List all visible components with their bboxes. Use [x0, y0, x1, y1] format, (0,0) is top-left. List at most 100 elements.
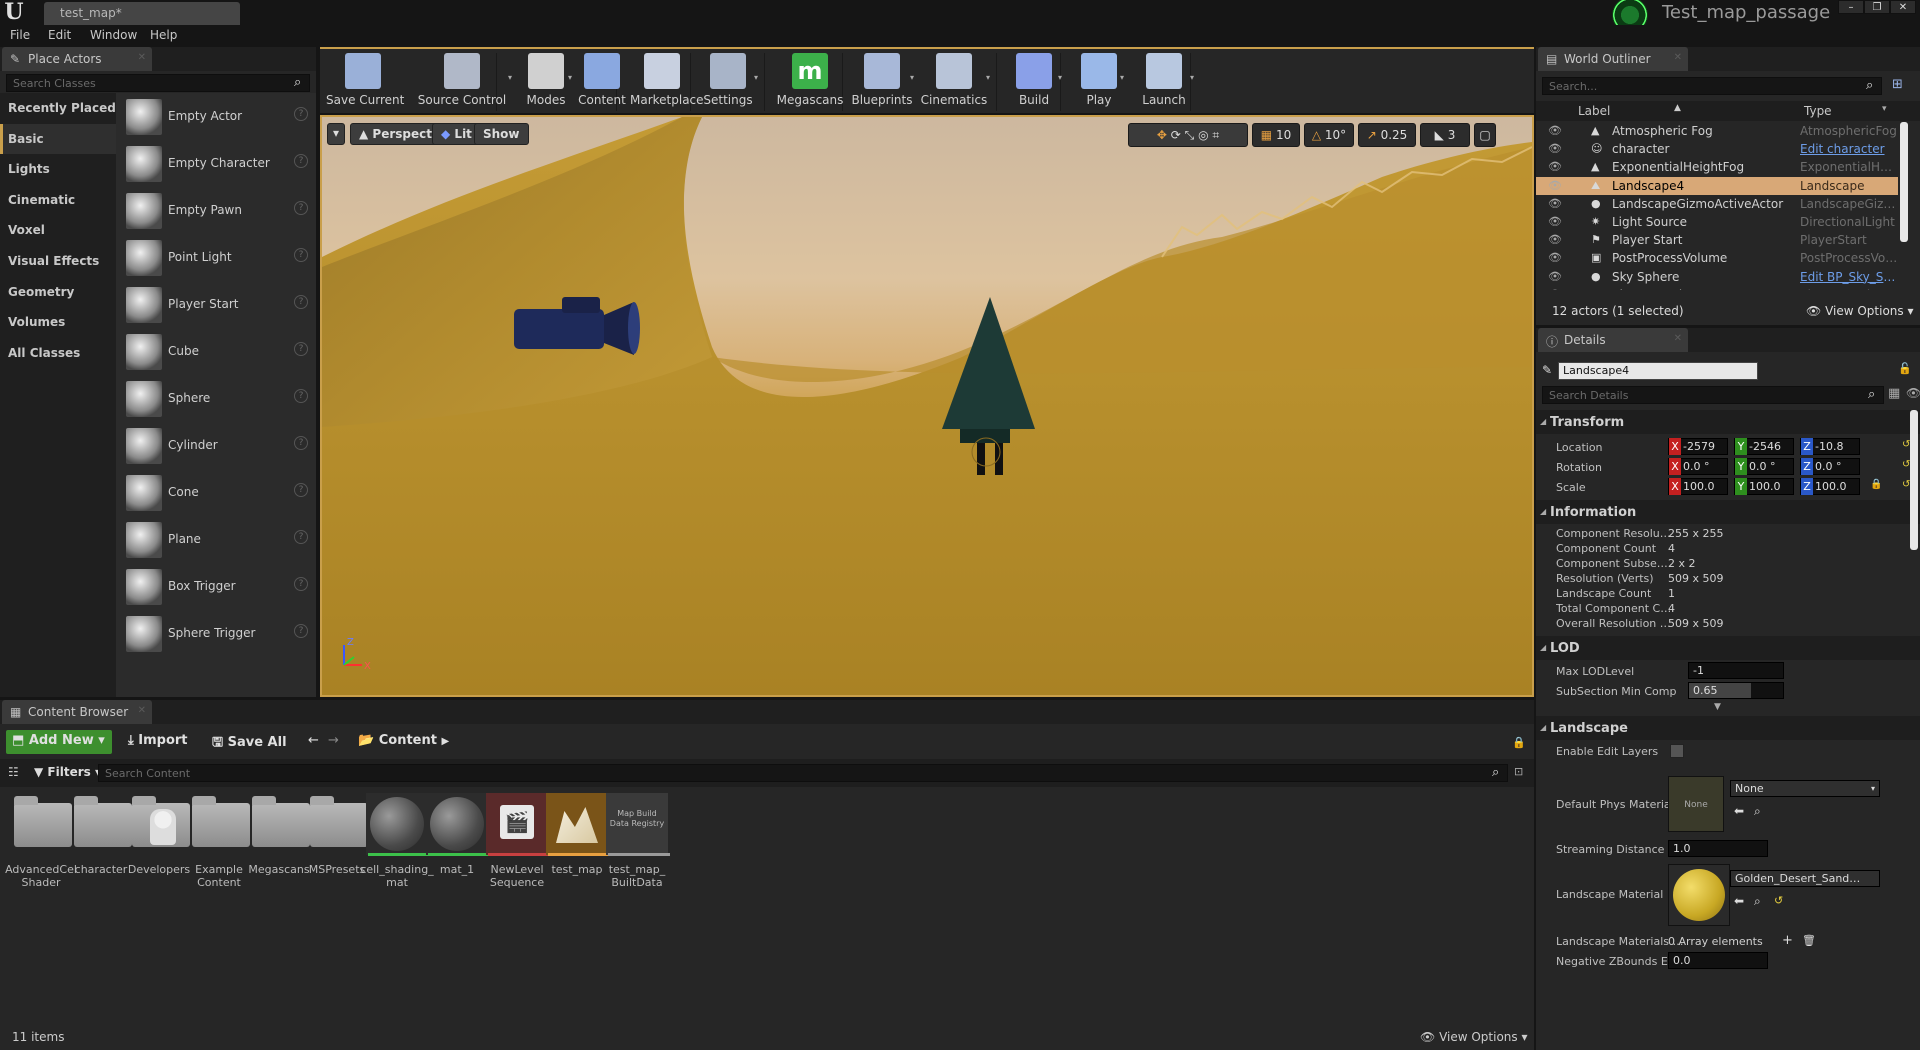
dropdown-icon[interactable]: ▾: [568, 73, 572, 82]
outliner-row-type[interactable]: Edit character: [1800, 142, 1898, 156]
visibility-eye-icon[interactable]: 👁: [1548, 288, 1562, 290]
surface-snap-icon[interactable]: ⌗: [1212, 128, 1219, 142]
actor-item-player-start[interactable]: Player Start?: [116, 281, 316, 328]
camera-speed-button[interactable]: ◣ 3: [1420, 123, 1470, 147]
help-icon[interactable]: ?: [294, 201, 308, 215]
close-icon[interactable]: ✕: [1890, 0, 1916, 14]
minimize-icon[interactable]: –: [1838, 0, 1864, 14]
close-tab-icon[interactable]: ✕: [138, 52, 146, 63]
lock-icon[interactable]: 🔓: [1898, 362, 1912, 375]
visibility-eye-icon[interactable]: 👁: [1548, 179, 1562, 192]
asset-cell-shading-mat[interactable]: cell_shading_ mat: [360, 793, 434, 903]
visibility-eye-icon[interactable]: 👁: [1548, 160, 1562, 173]
dropdown-icon[interactable]: ▾: [754, 73, 758, 82]
dropdown-icon[interactable]: ▾: [910, 73, 914, 82]
enable-edit-layers-checkbox[interactable]: [1670, 744, 1684, 758]
visibility-eye-icon[interactable]: 👁: [1548, 197, 1562, 210]
landscape-material-thumbnail[interactable]: [1668, 864, 1730, 926]
settings-button[interactable]: Settings: [698, 53, 758, 113]
outliner-row-character[interactable]: 👁 ☺ character Edit character: [1536, 140, 1898, 158]
subsection-field[interactable]: 0.65: [1688, 682, 1784, 699]
actor-item-empty-actor[interactable]: Empty Actor?: [116, 93, 316, 140]
cb-view-options[interactable]: 👁 View Options ▾: [1420, 1030, 1528, 1044]
visibility-eye-icon[interactable]: 👁: [1548, 251, 1562, 264]
cinematics-button[interactable]: Cinematics: [918, 53, 990, 113]
landscape-section[interactable]: Landscape: [1536, 716, 1920, 740]
category-visual-effects[interactable]: Visual Effects: [0, 246, 116, 276]
landscape-material-dropdown[interactable]: Golden_Desert_Sand_2x2_M: [1730, 870, 1880, 887]
col-type-dropdown-icon[interactable]: ▾: [1882, 104, 1887, 114]
location-z-field[interactable]: Z -10.8: [1800, 438, 1860, 455]
visibility-eye-icon[interactable]: 👁: [1548, 142, 1562, 155]
actor-item-cylinder[interactable]: Cylinder?: [116, 422, 316, 469]
outliner-row-sky-sphere[interactable]: 👁 ● Sky Sphere Edit BP_Sky_Sphere: [1536, 268, 1898, 286]
rotation-label[interactable]: Rotation: [1556, 461, 1684, 474]
blueprints-button[interactable]: Blueprints: [850, 53, 914, 113]
scale-y-field[interactable]: Y 100.0: [1734, 478, 1794, 495]
lod-section[interactable]: LOD: [1536, 636, 1920, 660]
actor-item-sphere[interactable]: Sphere?: [116, 375, 316, 422]
actor-item-box-trigger[interactable]: Box Trigger?: [116, 563, 316, 610]
world-outliner-tab[interactable]: ▤ World Outliner ✕: [1538, 47, 1688, 71]
category-volumes[interactable]: Volumes: [0, 307, 116, 337]
location-x-field[interactable]: X -2579: [1668, 438, 1728, 455]
visibility-eye-icon[interactable]: 👁: [1548, 124, 1562, 137]
grid-snap-button[interactable]: ▦ 10: [1252, 123, 1300, 147]
help-icon[interactable]: ?: [294, 624, 308, 638]
build-button[interactable]: Build: [1006, 53, 1062, 113]
category-lights[interactable]: Lights: [0, 154, 116, 184]
category-voxel[interactable]: Voxel: [0, 215, 116, 245]
content-button[interactable]: Content: [578, 53, 626, 113]
help-icon[interactable]: ?: [294, 154, 308, 168]
rotation-y-field[interactable]: Y 0.0 °: [1734, 458, 1794, 475]
streaming-field[interactable]: 1.0: [1668, 840, 1768, 857]
scale-snap-button[interactable]: ↗ 0.25: [1358, 123, 1416, 147]
dropdown-icon[interactable]: ▾: [986, 73, 990, 82]
search-classes-input[interactable]: [6, 74, 310, 92]
help-icon[interactable]: ?: [294, 577, 308, 591]
asset-character[interactable]: character: [68, 793, 134, 903]
outliner-row-light-source[interactable]: 👁 ✷ Light Source DirectionalLight: [1536, 213, 1898, 231]
menu-help[interactable]: Help: [150, 28, 177, 42]
trash-icon[interactable]: 🗑: [1802, 934, 1816, 947]
visibility-eye-icon[interactable]: 👁: [1548, 233, 1562, 246]
outliner-row-atmospheric-fog[interactable]: 👁 ▲ Atmospheric Fog AtmosphericFog: [1536, 122, 1898, 140]
help-icon[interactable]: ?: [294, 248, 308, 262]
dropdown-icon[interactable]: ▾: [1120, 73, 1124, 82]
reset-icon[interactable]: ↺: [1774, 894, 1783, 907]
save-current-button[interactable]: Save Current: [326, 53, 404, 113]
outliner-row-type[interactable]: Edit BP_Sky_Sphere: [1800, 270, 1898, 284]
play-button[interactable]: Play: [1074, 53, 1124, 113]
actor-item-cube[interactable]: Cube?: [116, 328, 316, 375]
place-actors-tab[interactable]: ✎ Place Actors ✕: [2, 47, 152, 71]
menu-file[interactable]: File: [10, 28, 30, 42]
level-tab[interactable]: test_map*: [44, 2, 240, 25]
outliner-row-player-start[interactable]: 👁 ⚑ Player Start PlayerStart: [1536, 231, 1898, 249]
details-scrollbar[interactable]: [1910, 410, 1918, 550]
help-icon[interactable]: ?: [294, 342, 308, 356]
help-icon[interactable]: ?: [294, 483, 308, 497]
scale-lock-icon[interactable]: 🔒: [1870, 479, 1882, 490]
outliner-view-options[interactable]: 👁 View Options ▾: [1806, 304, 1914, 318]
outliner-row-skyatmosphere[interactable]: 👁 ☁ SkyAtmosphere SkyAtmosphere: [1536, 286, 1898, 290]
browse-icon[interactable]: ⌕: [1754, 894, 1761, 909]
col-label[interactable]: Label: [1578, 104, 1610, 118]
maximize-viewport-icon[interactable]: ▢: [1474, 123, 1496, 147]
menu-edit[interactable]: Edit: [48, 28, 71, 42]
viewport-options-button[interactable]: ▾: [327, 123, 345, 145]
outliner-row-exponentialheightfog[interactable]: 👁 ▲ ExponentialHeightFog ExponentialHeightF…: [1536, 158, 1898, 176]
megascans-button[interactable]: m Megascans: [776, 53, 844, 113]
asset-advancedcel-shader[interactable]: AdvancedCel Shader: [5, 793, 77, 903]
location-label[interactable]: Location: [1556, 441, 1684, 454]
information-section[interactable]: Information: [1536, 500, 1920, 524]
dropdown-icon[interactable]: ▾: [1190, 73, 1194, 82]
asset-newlevel-sequence[interactable]: 🎬 NewLevel Sequence: [484, 793, 550, 903]
category-basic[interactable]: Basic: [0, 123, 116, 154]
rotation-x-field[interactable]: X 0.0 °: [1668, 458, 1728, 475]
scale-x-field[interactable]: X 100.0: [1668, 478, 1728, 495]
rotate-icon[interactable]: ⟳: [1171, 128, 1181, 142]
maximize-icon[interactable]: ❐: [1864, 0, 1890, 14]
outliner-row-postprocessvolume[interactable]: 👁 ▣ PostProcessVolume PostProcessVolume: [1536, 249, 1898, 267]
phys-material-thumbnail[interactable]: None: [1668, 776, 1724, 832]
world-local-icon[interactable]: ◎: [1198, 128, 1208, 142]
